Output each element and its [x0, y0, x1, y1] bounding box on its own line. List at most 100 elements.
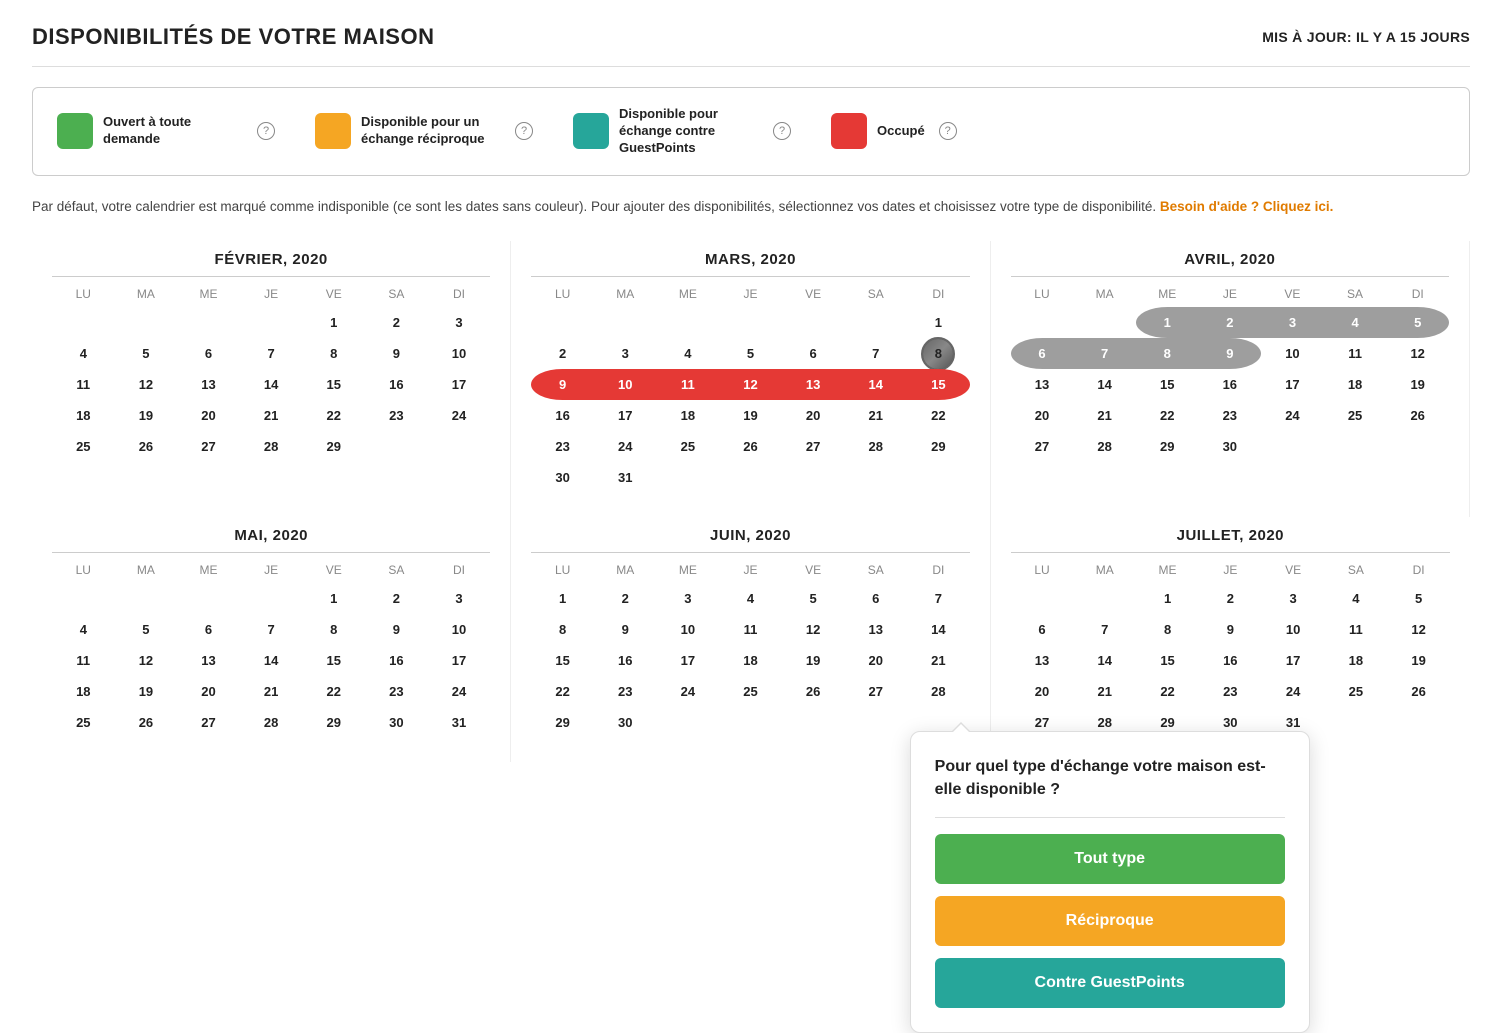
day-cell[interactable]: 31 [428, 707, 491, 738]
day-cell[interactable]: 20 [782, 400, 845, 431]
day-cell[interactable]: 11 [1324, 614, 1387, 645]
day-cell[interactable]: 29 [1136, 431, 1199, 462]
day-cell[interactable]: 14 [240, 369, 303, 400]
day-cell[interactable]: 22 [1136, 676, 1199, 707]
day-cell[interactable]: 3 [1261, 307, 1324, 338]
day-cell[interactable]: 20 [844, 645, 907, 676]
day-cell[interactable]: 10 [1261, 338, 1324, 369]
day-cell[interactable]: 2 [1199, 583, 1262, 614]
day-cell[interactable]: 11 [1324, 338, 1387, 369]
day-cell[interactable]: 23 [594, 676, 657, 707]
day-cell[interactable]: 23 [1199, 400, 1262, 431]
day-cell[interactable]: 19 [1386, 369, 1449, 400]
day-cell[interactable]: 29 [302, 431, 365, 462]
day-cell[interactable]: 4 [1324, 583, 1387, 614]
day-cell[interactable]: 20 [1011, 400, 1074, 431]
day-cell[interactable]: 10 [428, 614, 491, 645]
day-cell[interactable]: 5 [782, 583, 845, 614]
day-cell[interactable]: 12 [719, 369, 782, 400]
day-cell[interactable]: 9 [1199, 614, 1262, 645]
day-cell[interactable]: 5 [1387, 583, 1450, 614]
day-cell[interactable]: 15 [907, 369, 970, 400]
day-cell[interactable]: 19 [115, 676, 178, 707]
day-cell[interactable]: 16 [365, 645, 428, 676]
popup-btn-teal[interactable]: Contre GuestPoints [935, 958, 1285, 1008]
day-cell[interactable]: 2 [365, 583, 428, 614]
day-cell[interactable]: 9 [531, 369, 594, 400]
day-cell[interactable]: 16 [531, 400, 594, 431]
day-cell[interactable]: 23 [531, 431, 594, 462]
day-cell[interactable]: 30 [594, 707, 657, 738]
day-cell[interactable]: 9 [594, 614, 657, 645]
day-cell[interactable]: 6 [177, 614, 240, 645]
day-cell[interactable]: 7 [907, 583, 970, 614]
day-cell[interactable]: 18 [1324, 645, 1387, 676]
day-cell[interactable]: 5 [1386, 307, 1449, 338]
day-cell[interactable]: 26 [719, 431, 782, 462]
day-cell[interactable]: 29 [907, 431, 970, 462]
day-cell[interactable]: 4 [1324, 307, 1387, 338]
day-cell[interactable]: 26 [115, 707, 178, 738]
day-cell[interactable]: 8 [302, 338, 365, 369]
day-cell[interactable]: 17 [428, 369, 491, 400]
day-cell[interactable]: 26 [1386, 400, 1449, 431]
day-cell[interactable]: 17 [428, 645, 491, 676]
day-cell[interactable]: 7 [1073, 338, 1136, 369]
popup-btn-green[interactable]: Tout type [935, 834, 1285, 884]
day-cell[interactable]: 13 [782, 369, 845, 400]
day-cell[interactable]: 13 [1011, 369, 1074, 400]
day-cell[interactable]: 1 [1136, 307, 1199, 338]
legend-help-icon[interactable]: ? [939, 122, 957, 140]
day-cell[interactable]: 1 [531, 583, 594, 614]
day-cell[interactable]: 13 [177, 645, 240, 676]
help-link[interactable]: Besoin d'aide ? Cliquez ici. [1160, 199, 1334, 214]
day-cell[interactable]: 18 [52, 676, 115, 707]
day-cell[interactable]: 22 [302, 676, 365, 707]
day-cell[interactable]: 23 [365, 400, 428, 431]
day-cell[interactable]: 5 [115, 338, 178, 369]
day-cell[interactable]: 2 [365, 307, 428, 338]
day-cell[interactable]: 1 [302, 583, 365, 614]
day-cell[interactable]: 28 [240, 431, 303, 462]
popup-btn-orange[interactable]: Réciproque [935, 896, 1285, 946]
day-cell[interactable]: 24 [1262, 676, 1325, 707]
day-cell[interactable]: 30 [531, 462, 594, 493]
legend-help-icon[interactable]: ? [257, 122, 275, 140]
day-cell[interactable]: 25 [657, 431, 720, 462]
day-cell[interactable]: 6 [782, 338, 845, 369]
day-cell[interactable]: 21 [907, 645, 970, 676]
day-cell[interactable]: 29 [302, 707, 365, 738]
day-cell[interactable]: 15 [302, 369, 365, 400]
day-cell[interactable]: 18 [52, 400, 115, 431]
day-cell[interactable]: 24 [428, 400, 491, 431]
day-cell[interactable]: 14 [240, 645, 303, 676]
day-cell[interactable]: 3 [1262, 583, 1325, 614]
day-cell[interactable]: 27 [177, 707, 240, 738]
day-cell[interactable]: 23 [365, 676, 428, 707]
day-cell[interactable]: 2 [1199, 307, 1262, 338]
day-cell[interactable]: 1 [302, 307, 365, 338]
day-cell[interactable]: 1 [907, 307, 970, 338]
legend-help-icon[interactable]: ? [515, 122, 533, 140]
day-cell[interactable]: 24 [594, 431, 657, 462]
day-cell[interactable]: 16 [1199, 645, 1262, 676]
day-cell[interactable]: 7 [240, 338, 303, 369]
day-cell[interactable]: 26 [1387, 676, 1450, 707]
day-cell[interactable]: 12 [782, 614, 845, 645]
day-cell[interactable]: 11 [719, 614, 782, 645]
day-cell[interactable]: 4 [52, 614, 115, 645]
day-cell[interactable]: 5 [115, 614, 178, 645]
day-cell[interactable]: 5 [719, 338, 782, 369]
day-cell[interactable]: 4 [719, 583, 782, 614]
day-cell[interactable]: 9 [365, 338, 428, 369]
day-cell[interactable]: 26 [115, 431, 178, 462]
day-cell[interactable]: 17 [1262, 645, 1325, 676]
day-cell[interactable]: 30 [365, 707, 428, 738]
day-cell[interactable]: 10 [594, 369, 657, 400]
day-cell[interactable]: 21 [844, 400, 907, 431]
day-cell[interactable]: 17 [657, 645, 720, 676]
day-cell[interactable]: 8 [1136, 614, 1199, 645]
day-cell[interactable]: 11 [52, 369, 115, 400]
day-cell[interactable]: 18 [657, 400, 720, 431]
day-cell[interactable]: 9 [365, 614, 428, 645]
